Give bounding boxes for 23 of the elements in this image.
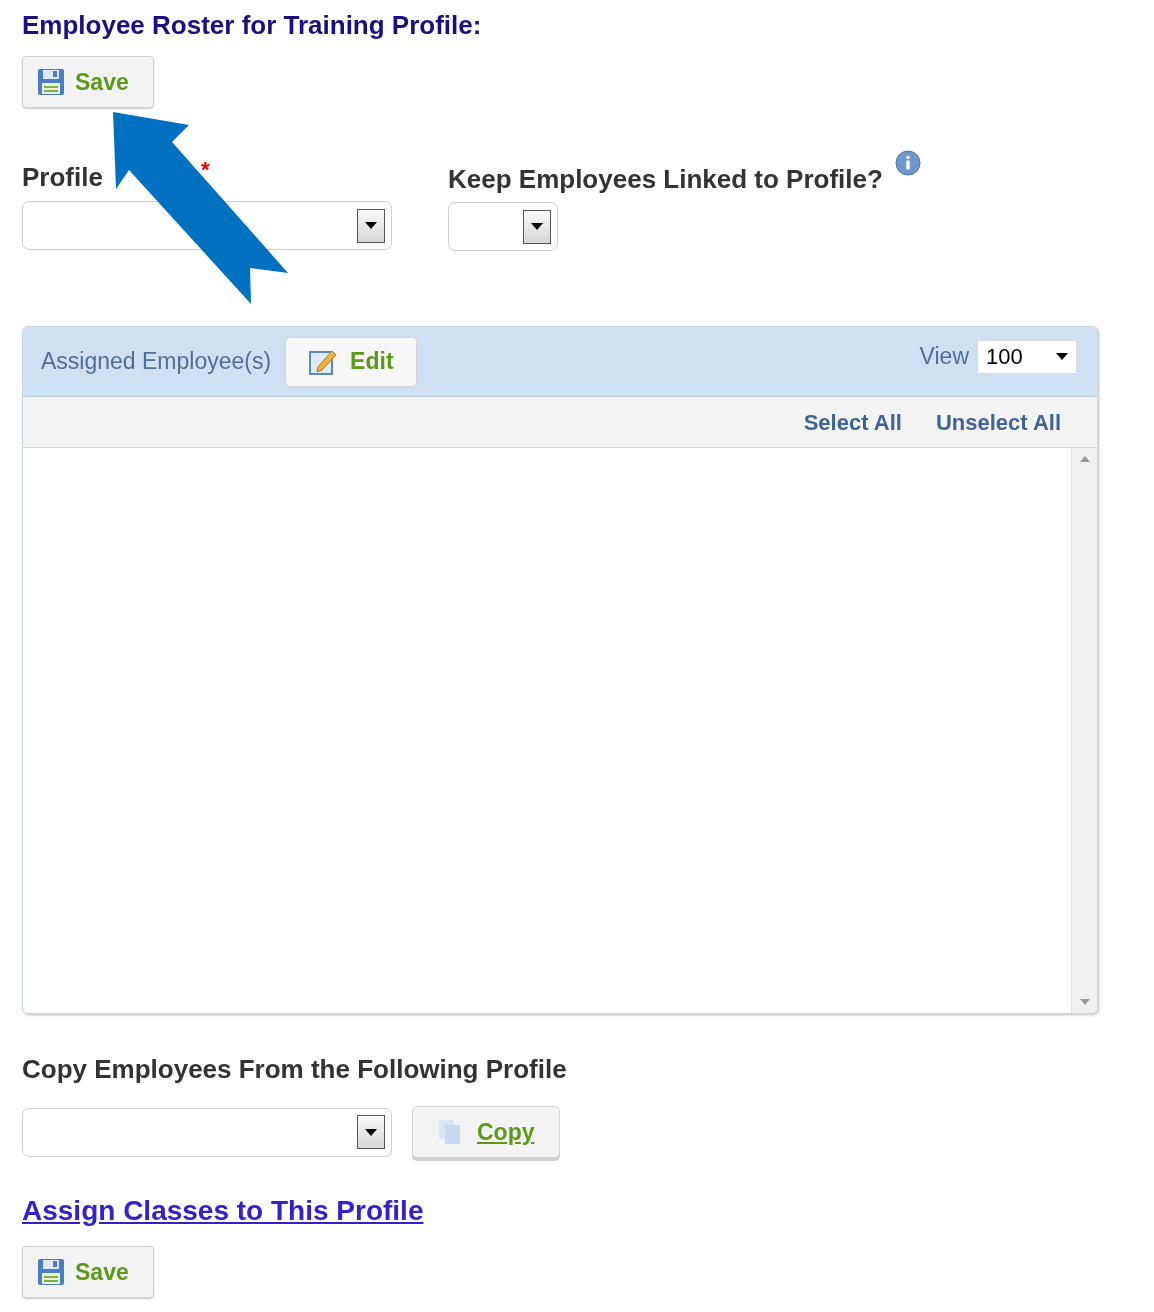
caret-icon <box>1056 353 1068 360</box>
field-label: Keep Employees Linked to Profile? <box>448 163 883 196</box>
scroll-down-icon[interactable] <box>1079 999 1090 1005</box>
field-label: Copy Employees From the Following Profile <box>22 1053 568 1086</box>
scrollbar[interactable] <box>1071 448 1097 1013</box>
save-button[interactable]: Save <box>22 1246 154 1298</box>
select-all-link[interactable]: Select All <box>803 405 902 439</box>
page-size-dropdown[interactable]: 100 <box>977 339 1077 374</box>
copy-profile-dropdown[interactable] <box>22 1107 392 1157</box>
panel-title: Assigned Employee(s) <box>41 347 272 377</box>
page-title: Employee Roster for Training Profile: <box>22 9 483 42</box>
edit-button[interactable]: Edit <box>285 336 417 387</box>
save-button[interactable]: Save <box>22 56 154 108</box>
pages-icon <box>437 1119 463 1145</box>
assign-classes-link[interactable]: Assign Classes to This Profile <box>22 1192 424 1230</box>
scroll-up-icon[interactable] <box>1079 456 1090 462</box>
keep-linked-dropdown[interactable] <box>448 202 558 251</box>
required-mark: * <box>200 160 210 180</box>
field-label: Profile <box>22 161 103 194</box>
unselect-all-link[interactable]: Unselect All <box>935 405 1061 439</box>
view-label: View <box>919 342 969 372</box>
info-icon[interactable] <box>894 150 921 176</box>
copy-button[interactable]: Copy <box>412 1106 560 1158</box>
